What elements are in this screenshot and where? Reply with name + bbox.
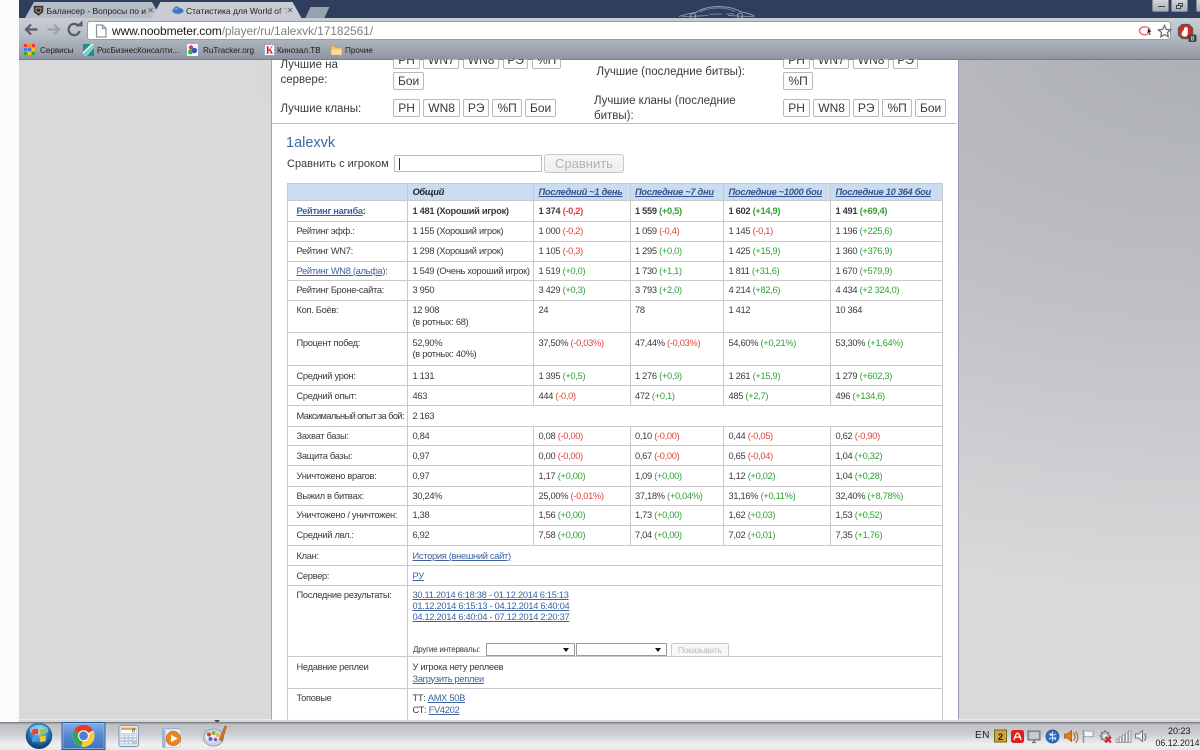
- svg-text:К: К: [266, 45, 274, 56]
- svg-text:8: 8: [1190, 36, 1194, 43]
- svg-text:8: 8: [132, 729, 135, 735]
- svg-text:2: 2: [998, 732, 1003, 743]
